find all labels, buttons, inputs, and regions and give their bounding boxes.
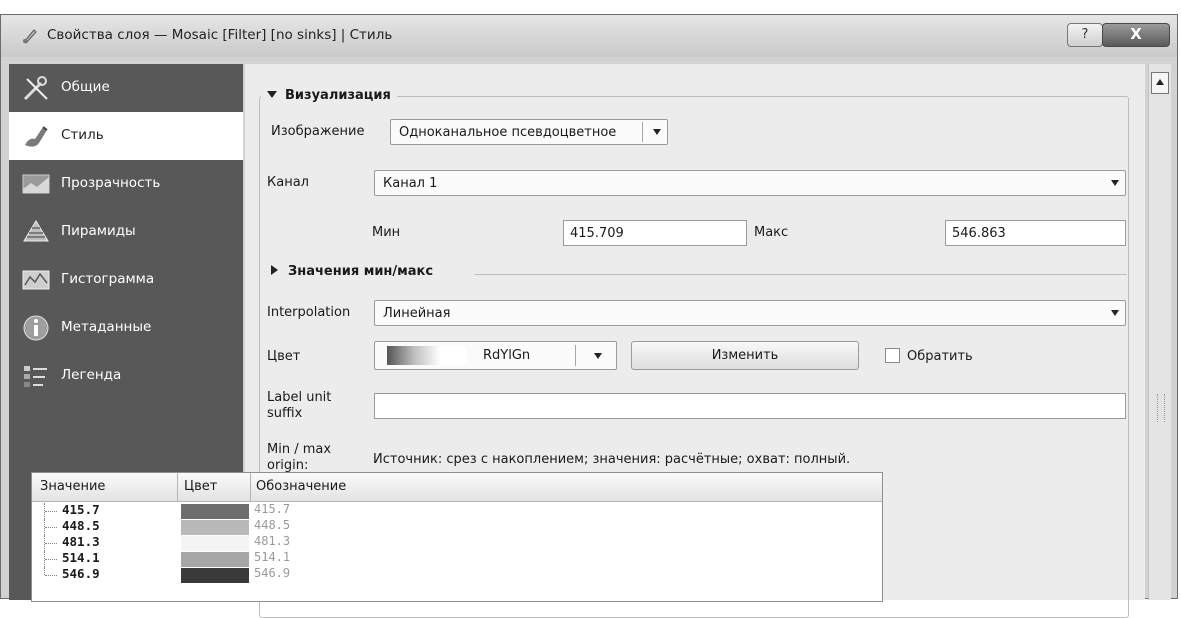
sidebar-item-label: Легенда — [61, 367, 122, 383]
sidebar-item-legend[interactable]: Легенда — [9, 352, 243, 400]
row-color-swatch[interactable] — [181, 552, 249, 567]
max-input[interactable]: 546.863 — [945, 220, 1126, 246]
sidebar-item-pyramids[interactable]: Пирамиды — [9, 208, 243, 256]
minmax-section-header[interactable]: Значения мин/макс — [265, 264, 440, 279]
sidebar-item-transparency[interactable]: Прозрачность — [9, 160, 243, 208]
table-row[interactable]: 546.9 546.9 — [32, 566, 882, 583]
window-title: Свойства слоя — Mosaic [Filter] [no sink… — [47, 27, 393, 43]
divider — [475, 274, 1127, 275]
expand-icon — [271, 265, 278, 275]
min-input[interactable]: 415.709 — [563, 220, 747, 246]
chevron-down-icon — [594, 353, 602, 359]
color-ramp-preview — [387, 346, 467, 365]
minmax-origin-value: Источник: срез с накоплением; значения: … — [373, 452, 851, 467]
brush-icon — [25, 126, 48, 147]
row-color-swatch[interactable] — [181, 536, 249, 551]
table-row[interactable]: 514.1 514.1 — [32, 550, 882, 567]
sidebar-item-style[interactable]: Стиль — [9, 112, 243, 160]
color-label: Цвет — [267, 349, 301, 364]
label-unit-suffix-label: Label unit suffix — [267, 390, 332, 421]
column-header-value[interactable]: Значение — [40, 479, 105, 494]
info-icon — [23, 315, 49, 341]
sidebar-item-label: Гистограмма — [61, 271, 155, 287]
pyramid-icon — [23, 220, 49, 242]
sidebar-item-label: Прозрачность — [61, 175, 161, 191]
tools-icon — [23, 76, 48, 101]
row-label: 546.9 — [254, 566, 291, 580]
histogram-icon — [22, 270, 50, 290]
row-label: 415.7 — [254, 502, 291, 516]
band-select[interactable]: Канал 1 — [374, 170, 1126, 196]
row-value: 481.3 — [62, 534, 100, 549]
label-unit-suffix-input[interactable] — [374, 393, 1126, 419]
sidebar-item-histogram[interactable]: Гистограмма — [9, 256, 243, 304]
min-label: Мин — [372, 225, 401, 240]
band-label: Канал — [267, 175, 309, 190]
sidebar-item-metadata[interactable]: Метаданные — [9, 304, 243, 352]
sidebar-item-label: Метаданные — [61, 319, 152, 335]
color-map-table[interactable]: Значение Цвет Обозначение 415.7 415.7 44… — [31, 472, 883, 602]
title-bar[interactable]: Свойства слоя — Mosaic [Filter] [no sink… — [1, 15, 1177, 57]
max-label: Макс — [754, 225, 789, 240]
row-label: 448.5 — [254, 518, 291, 532]
transparency-icon — [22, 174, 50, 194]
render-type-label: Изображение — [271, 124, 365, 139]
render-type-select[interactable]: Одноканальное псевдоцветное — [390, 119, 668, 145]
chevron-down-icon — [1111, 310, 1119, 316]
sidebar-item-label: Общие — [61, 79, 110, 95]
chevron-down-icon — [653, 129, 661, 135]
help-button[interactable]: ? — [1067, 23, 1103, 47]
row-value: 514.1 — [62, 550, 100, 565]
minmax-origin-label: Min / max origin: — [267, 442, 332, 473]
row-label: 514.1 — [254, 550, 291, 564]
table-header: Значение Цвет Обозначение — [32, 473, 882, 502]
row-label: 481.3 — [254, 534, 291, 548]
render-section-header[interactable]: Визуализация — [261, 88, 397, 103]
row-value: 415.7 — [62, 502, 100, 517]
row-color-swatch[interactable] — [181, 520, 249, 535]
row-color-swatch[interactable] — [181, 568, 249, 583]
vertical-scrollbar[interactable] — [1148, 64, 1171, 600]
close-button[interactable]: X — [1102, 23, 1170, 47]
interpolation-select[interactable]: Линейная — [374, 300, 1126, 326]
column-header-color[interactable]: Цвет — [184, 479, 217, 494]
row-color-swatch[interactable] — [181, 504, 249, 519]
row-value: 448.5 — [62, 518, 100, 533]
sidebar-item-label: Стиль — [61, 127, 104, 143]
table-row[interactable]: 415.7 415.7 — [32, 502, 882, 519]
edit-ramp-button[interactable]: Изменить — [631, 341, 859, 370]
color-ramp-select[interactable]: RdYlGn — [374, 341, 617, 370]
sidebar-item-general[interactable]: Общие — [9, 64, 243, 112]
layer-properties-window: Свойства слоя — Mosaic [Filter] [no sink… — [0, 14, 1178, 618]
column-header-label[interactable]: Обозначение — [256, 479, 346, 494]
sidebar-item-label: Пирамиды — [61, 223, 136, 239]
legend-icon — [24, 366, 47, 387]
chevron-down-icon — [1111, 180, 1119, 186]
table-row[interactable]: 481.3 481.3 — [32, 534, 882, 551]
invert-checkbox[interactable] — [885, 348, 900, 363]
scroll-up-button[interactable] — [1151, 72, 1169, 94]
row-value: 546.9 — [62, 566, 100, 581]
scroll-grip[interactable] — [1157, 394, 1165, 422]
interpolation-label: Interpolation — [267, 305, 351, 320]
table-row[interactable]: 448.5 448.5 — [32, 518, 882, 535]
invert-label: Обратить — [907, 349, 973, 364]
layer-properties-icon — [23, 29, 37, 44]
collapse-icon — [267, 91, 277, 98]
